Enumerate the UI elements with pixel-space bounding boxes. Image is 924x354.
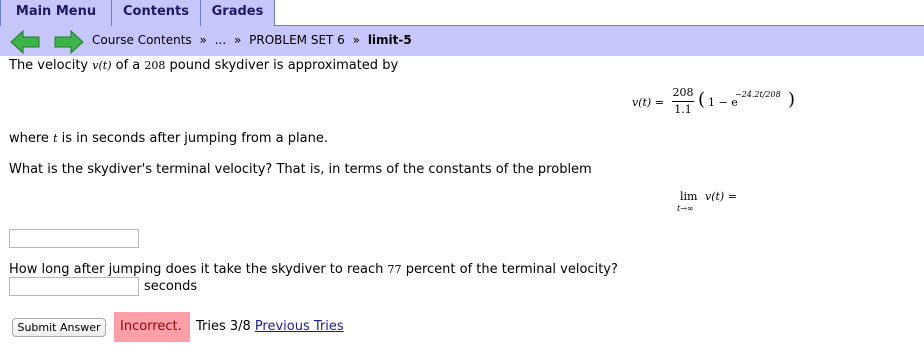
tries-info: Tries 3/8 Previous Tries bbox=[196, 319, 344, 334]
fraction-numerator: 208 bbox=[672, 86, 694, 99]
breadcrumb-separator: » bbox=[199, 33, 207, 47]
breadcrumb-separator: » bbox=[233, 33, 242, 47]
problem-intro: The velocity v(t) of a 208 pound skydive… bbox=[9, 58, 398, 73]
submit-answer-button[interactable]: Submit Answer bbox=[12, 318, 106, 337]
intro-variable: v(t) bbox=[92, 59, 112, 72]
breadcrumb: Course Contents » ... » PROBLEM SET 6 » … bbox=[92, 33, 412, 47]
fraction-denominator: 1.1 bbox=[674, 103, 692, 116]
top-tab-bar: Main Menu Contents Grades bbox=[0, 0, 924, 26]
equation-lhs: v(t) = bbox=[632, 96, 664, 109]
question-time: How long after jumping does it take the … bbox=[9, 262, 618, 277]
back-arrow-icon[interactable] bbox=[10, 29, 40, 55]
breadcrumb-current: limit-5 bbox=[367, 33, 412, 47]
intro-text: The velocity bbox=[9, 58, 89, 73]
navigation-bar: Course Contents » ... » PROBLEM SET 6 » … bbox=[0, 26, 924, 56]
limit-subscript: t→∞ bbox=[677, 204, 694, 213]
percent-value: 77 bbox=[387, 263, 402, 276]
question-text: percent of the terminal velocity? bbox=[405, 262, 618, 277]
equation-fraction: 208 1.1 bbox=[672, 86, 694, 117]
intro-text: of a bbox=[115, 58, 141, 73]
previous-tries-link[interactable]: Previous Tries bbox=[255, 319, 344, 334]
breadcrumb-separator: » bbox=[352, 33, 360, 47]
forward-arrow-icon[interactable] bbox=[54, 29, 84, 55]
limit-label: lim bbox=[680, 190, 698, 203]
weight-value: 208 bbox=[144, 59, 166, 72]
fraction-bar bbox=[672, 101, 694, 102]
question-terminal-velocity: What is the skydiver's terminal velocity… bbox=[9, 162, 592, 177]
tab-contents[interactable]: Contents bbox=[112, 0, 201, 26]
where-text: where bbox=[9, 131, 49, 146]
status-badge: Incorrect. bbox=[114, 312, 190, 342]
intro-text: pound skydiver is approximated by bbox=[169, 58, 399, 73]
seconds-unit-label: seconds bbox=[144, 279, 198, 294]
tab-main-menu[interactable]: Main Menu bbox=[0, 0, 112, 26]
tab-grades[interactable]: Grades bbox=[201, 0, 275, 26]
close-paren: ) bbox=[788, 89, 796, 110]
where-line: where t is in seconds after jumping from… bbox=[9, 131, 328, 146]
breadcrumb-ellipsis[interactable]: ... bbox=[215, 33, 226, 47]
where-variable: t bbox=[53, 132, 58, 145]
question-text: How long after jumping does it take the … bbox=[9, 262, 384, 277]
tries-count: Tries 3/8 bbox=[196, 319, 251, 334]
equation-exponent: −24.2t/208 bbox=[735, 90, 781, 99]
equation-inner: 1 − e bbox=[708, 96, 738, 109]
open-paren: ( bbox=[698, 89, 706, 110]
breadcrumb-problem-set[interactable]: PROBLEM SET 6 bbox=[249, 33, 345, 47]
terminal-velocity-input[interactable] bbox=[9, 229, 139, 248]
breadcrumb-course-contents[interactable]: Course Contents bbox=[92, 33, 192, 47]
time-input[interactable] bbox=[9, 277, 139, 296]
limit-rhs: v(t) = bbox=[705, 190, 737, 203]
where-text: is in seconds after jumping from a plane… bbox=[61, 131, 328, 146]
